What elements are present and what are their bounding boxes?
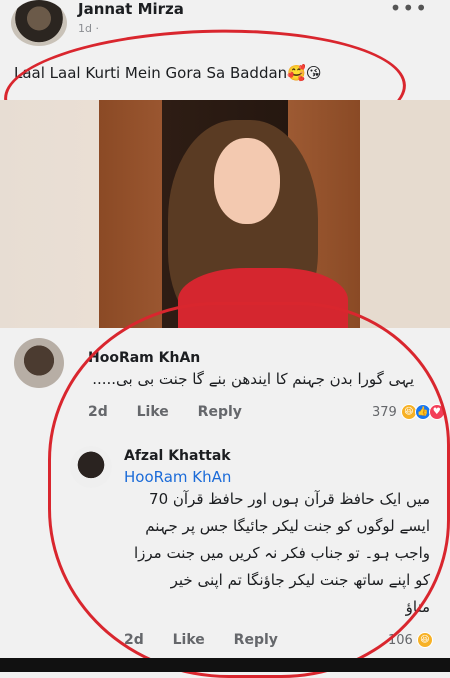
red-annotation-circle: [48, 302, 450, 678]
haha-reaction-icon: 😆: [416, 632, 433, 648]
post-photo[interactable]: [0, 100, 450, 328]
post-author[interactable]: Jannat Mirza: [78, 0, 184, 18]
photo-face: [214, 138, 280, 224]
post-meta: 1d ·: [78, 22, 99, 35]
bottom-edge: [0, 658, 450, 672]
author-avatar[interactable]: [11, 0, 67, 46]
more-options-icon[interactable]: •••: [390, 0, 428, 20]
post-header: Jannat Mirza 1d · ••• Laal Laal Kurti Me…: [0, 0, 450, 161]
comment-avatar[interactable]: [14, 338, 64, 388]
